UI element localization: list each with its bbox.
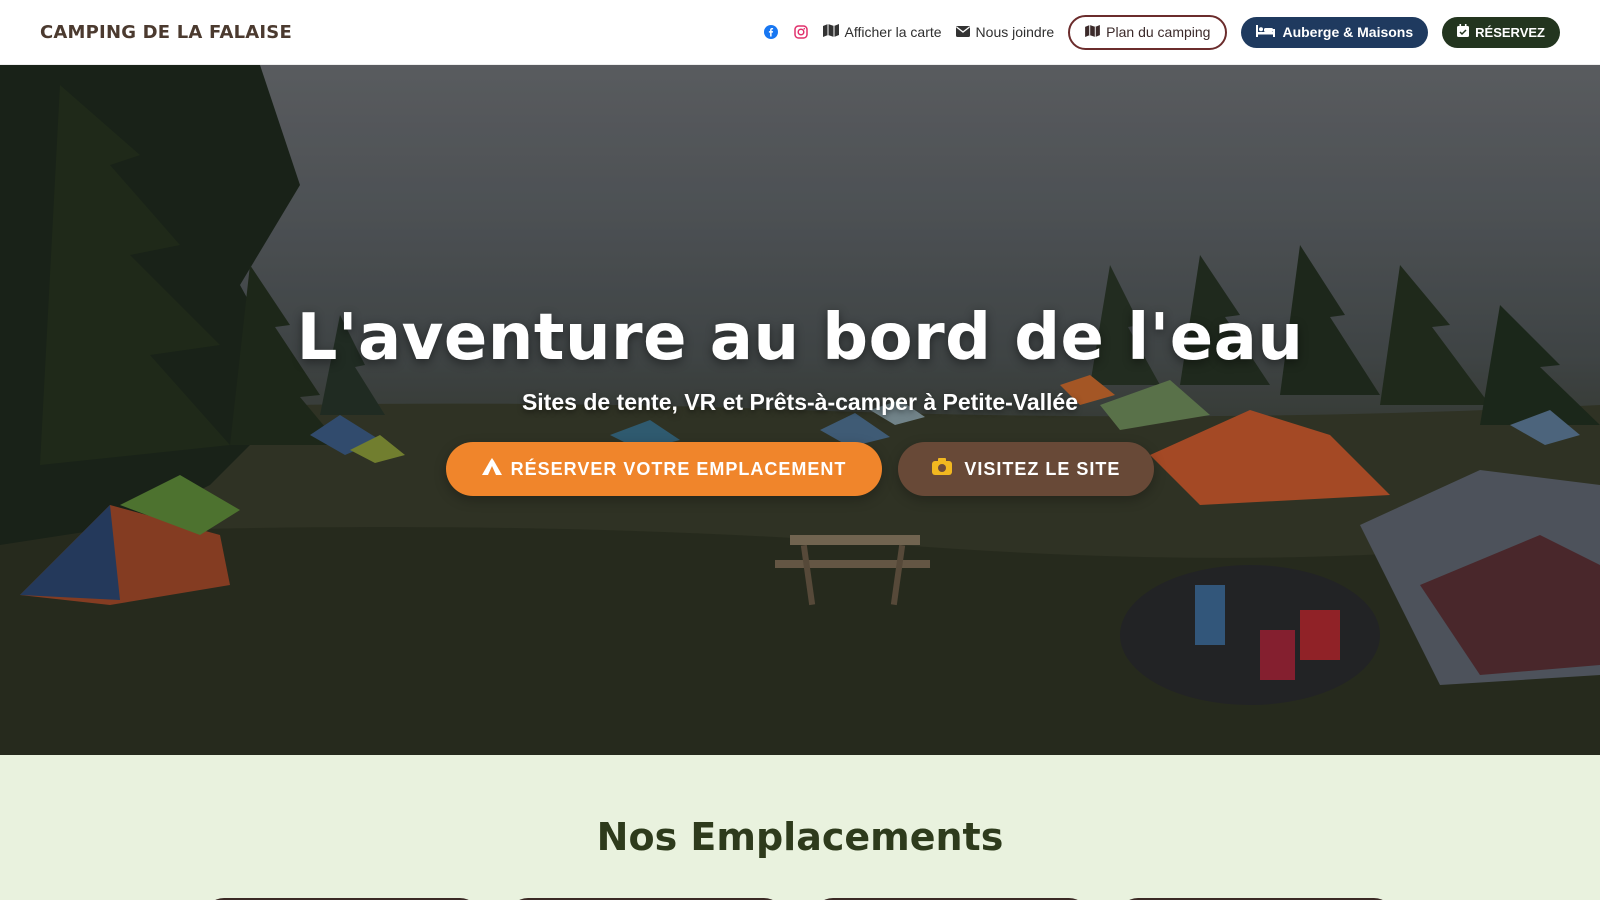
hero-subtitle: Sites de tente, VR et Prêts-à-camper à P… — [521, 389, 1079, 415]
auberge-button[interactable]: Auberge & Maisons — [1241, 16, 1429, 48]
site-logo[interactable]: CAMPING DE LA FALAISE — [40, 22, 292, 43]
auberge-button-label: Auberge & Maisons — [1282, 24, 1414, 40]
camera-icon — [932, 458, 953, 480]
reserve-site-button[interactable]: RÉSERVER VOTRE EMPLACEMENT — [445, 442, 883, 496]
instagram-icon[interactable] — [793, 24, 809, 40]
plan-button-label: Plan du camping — [1106, 24, 1211, 40]
plan-button[interactable]: Plan du camping — [1068, 14, 1228, 50]
visit-site-button-label: VISITEZ LE SITE — [964, 458, 1121, 479]
reserve-button[interactable]: RÉSERVEZ — [1442, 16, 1560, 48]
envelope-icon — [955, 24, 970, 40]
contact-link[interactable]: Nous joindre — [955, 24, 1055, 40]
map-icon — [1085, 24, 1101, 40]
campground-icon — [481, 457, 502, 481]
reserve-site-button-label: RÉSERVER VOTRE EMPLACEMENT — [510, 458, 847, 479]
sites-section: Nos Emplacements — [0, 755, 1600, 900]
calendar-check-icon — [1457, 24, 1470, 40]
hero-title: L'aventure au bord de l'eau — [296, 301, 1304, 375]
reserve-button-label: RÉSERVEZ — [1475, 24, 1545, 40]
top-nav: Afficher la carte Nous joindre Plan du c… — [763, 14, 1560, 50]
hero-section: L'aventure au bord de l'eau Sites de ten… — [0, 65, 1600, 755]
visit-site-button[interactable]: VISITEZ LE SITE — [898, 442, 1155, 496]
bed-icon — [1256, 24, 1276, 40]
section-title: Nos Emplacements — [596, 815, 1004, 859]
map-icon — [822, 24, 839, 40]
hero-content: L'aventure au bord de l'eau Sites de ten… — [0, 65, 1600, 755]
site-header: CAMPING DE LA FALAISE Afficher la carte … — [0, 0, 1600, 65]
map-link-label: Afficher la carte — [844, 24, 942, 40]
contact-link-label: Nous joindre — [975, 24, 1055, 40]
map-link[interactable]: Afficher la carte — [822, 24, 942, 40]
facebook-icon[interactable] — [763, 24, 779, 40]
hero-cta-group: RÉSERVER VOTRE EMPLACEMENT VISITEZ LE SI… — [445, 442, 1155, 496]
